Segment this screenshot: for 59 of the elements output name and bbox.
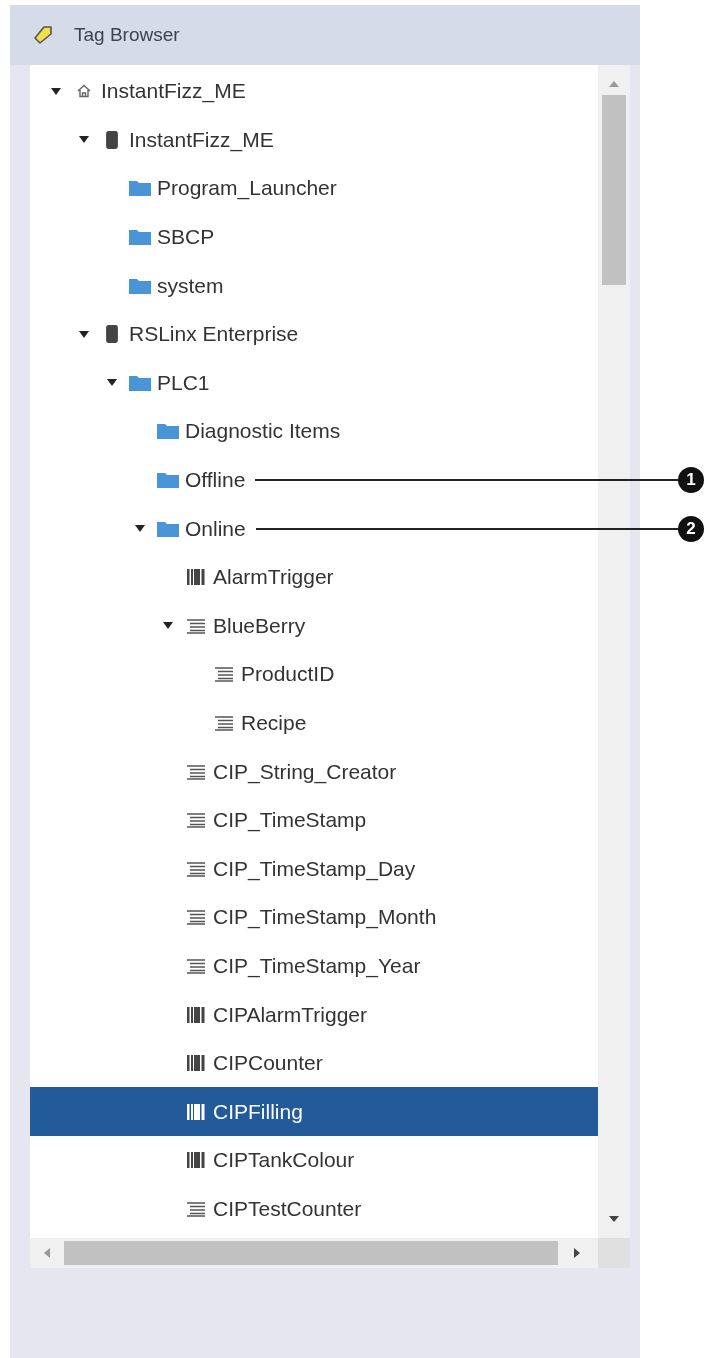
expand-toggle-icon[interactable]: [163, 622, 173, 630]
barcode-icon: [187, 1054, 205, 1073]
tree-item[interactable]: CIP_TimeStamp_Day: [30, 844, 598, 894]
device-icon: [106, 130, 118, 149]
tree-item[interactable]: CIPCounter: [30, 1038, 598, 1088]
tree-item[interactable]: Program_Launcher: [30, 164, 598, 213]
list-icon: [187, 860, 205, 877]
tree-item[interactable]: CIPFilling: [30, 1087, 598, 1137]
list-icon: [187, 1200, 205, 1217]
tree-item[interactable]: RSLinx Enterprise: [30, 309, 598, 359]
list-icon: [187, 958, 205, 974]
expand-toggle-icon[interactable]: [79, 330, 89, 338]
list-icon: [215, 715, 233, 731]
tree-item[interactable]: PLC1: [30, 358, 598, 408]
tree-item[interactable]: Online: [30, 504, 598, 553]
tree-item[interactable]: ProductID: [30, 650, 598, 699]
barcode-icon: [187, 1102, 205, 1121]
tree-item[interactable]: system: [30, 261, 598, 310]
tree-item[interactable]: CIP_TimeStamp: [30, 795, 598, 845]
tree-item[interactable]: Diagnostic Items: [30, 407, 598, 456]
expand-toggle-icon[interactable]: [51, 87, 61, 95]
tree-item[interactable]: CIP_TimeStamp_Month: [30, 893, 598, 942]
list-icon: [187, 812, 205, 829]
expand-toggle-icon[interactable]: [79, 136, 89, 144]
folder-icon: [157, 423, 179, 440]
list-icon: [187, 763, 205, 780]
tree-item[interactable]: CIPAlarmTrigger: [30, 990, 598, 1039]
tree-item[interactable]: InstantFizz_ME: [30, 67, 598, 116]
tree-item[interactable]: BlueBerry: [30, 601, 598, 651]
tree-item[interactable]: SBCP: [30, 212, 598, 262]
callout-number: 2: [678, 516, 704, 542]
tag-icon: [32, 24, 54, 46]
callout-number: 1: [678, 467, 704, 493]
barcode-icon: [187, 568, 205, 587]
tree-item[interactable]: CIPTankColour: [30, 1136, 598, 1185]
expand-toggle-icon[interactable]: [135, 525, 145, 533]
folder-icon: [129, 229, 151, 246]
tree-item[interactable]: InstantFizz_ME: [30, 115, 598, 165]
tree-item[interactable]: CIP_String_Creator: [30, 747, 598, 796]
device-icon: [106, 325, 118, 344]
folder-icon: [129, 180, 151, 197]
list-icon: [215, 666, 233, 683]
list-icon: [187, 617, 205, 634]
home-icon: [76, 83, 92, 100]
tree-item[interactable]: CIP_TimeStamp_Year: [30, 941, 598, 991]
barcode-icon: [187, 1151, 205, 1170]
scrollbar-corner: [598, 1238, 630, 1268]
folder-icon: [157, 520, 179, 537]
tree-item[interactable]: Offline: [30, 455, 598, 505]
tree-item[interactable]: AlarmTrigger: [30, 552, 598, 602]
tree-item[interactable]: CIPTestCounter: [30, 1184, 598, 1234]
folder-icon: [129, 374, 151, 391]
panel-title: Tag Browser: [74, 24, 180, 46]
list-icon: [187, 909, 205, 926]
tree-item[interactable]: Recipe: [30, 698, 598, 748]
folder-icon: [129, 277, 151, 294]
barcode-icon: [187, 1005, 205, 1024]
expand-toggle-icon[interactable]: [107, 379, 117, 387]
folder-icon: [157, 472, 179, 489]
